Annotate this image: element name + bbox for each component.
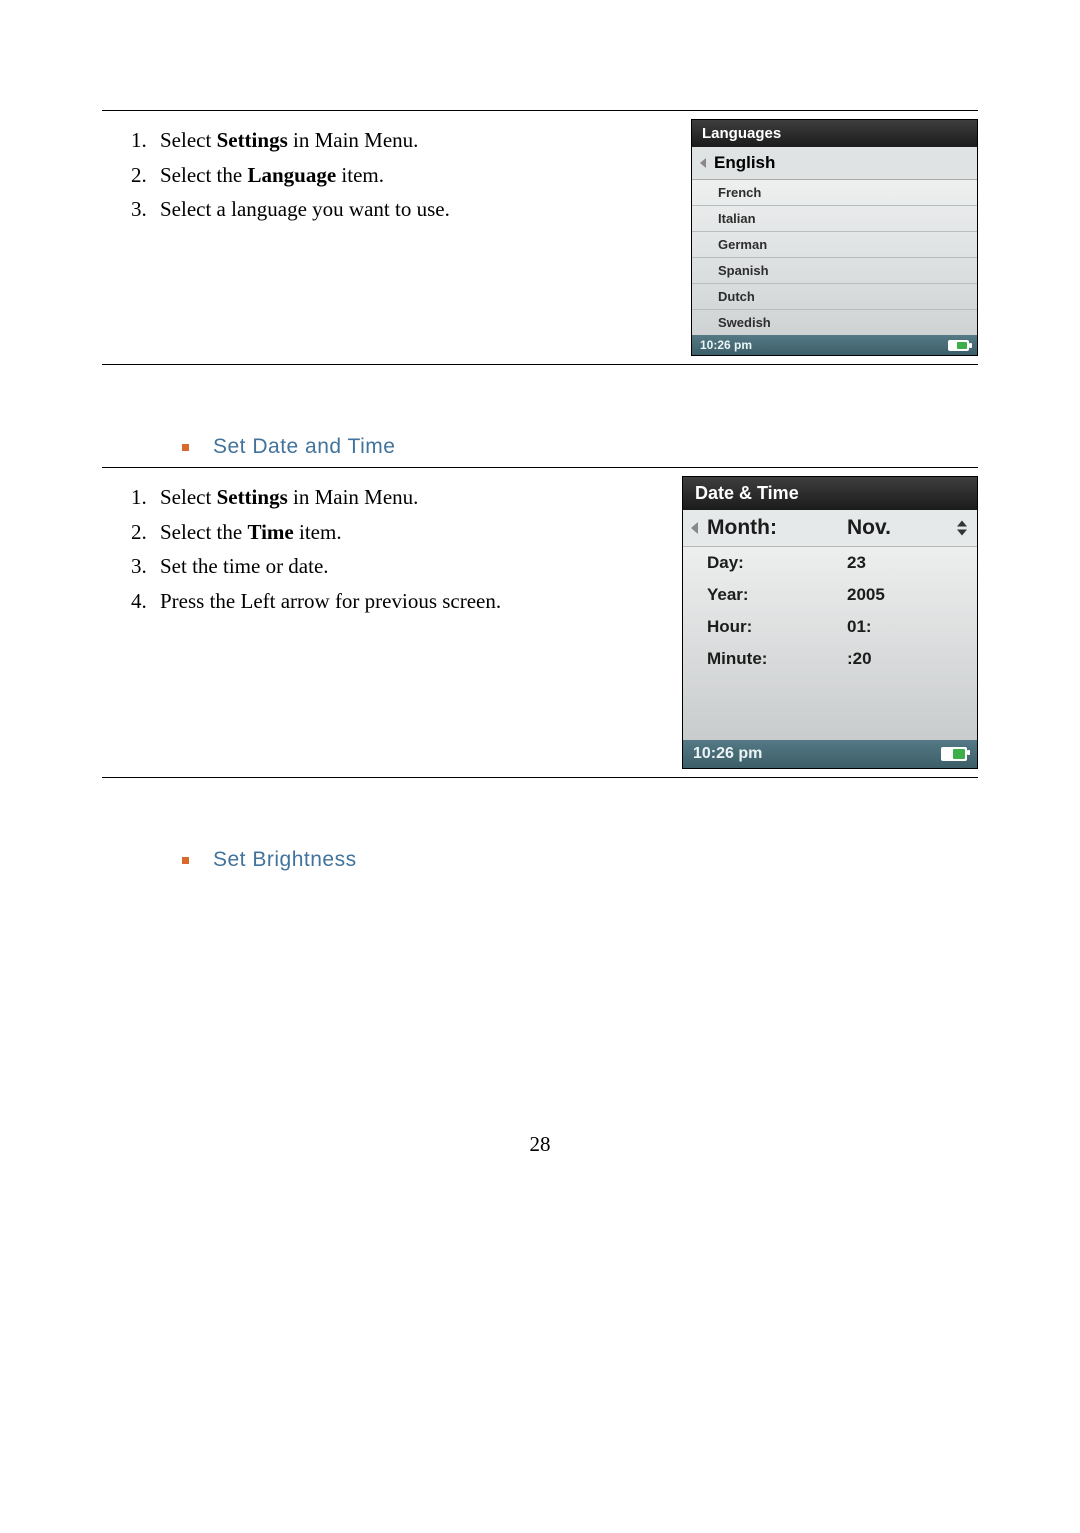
language-item[interactable]: French [692,180,977,206]
heading-text: Set Date and Time [213,435,395,459]
datetime-device-screenshot: Date & Time Month: Nov. Day: 23 Year: 20… [682,476,978,769]
datetime-row-minute[interactable]: Minute: :20 [683,643,977,675]
step: Select a language you want to use. [152,192,661,227]
row-label: Month: [683,510,839,546]
device-title: Languages [692,120,977,147]
step-bold: Time [247,520,293,544]
language-item[interactable]: Spanish [692,258,977,284]
step: Select the Time item. [152,515,652,550]
device-title: Date & Time [683,477,977,510]
step-text: Select [160,128,217,152]
bullet-icon [182,857,189,864]
battery-icon [948,340,969,351]
datetime-row-hour[interactable]: Hour: 01: [683,611,977,643]
step-text: item. [294,520,342,544]
step: Select the Language item. [152,158,661,193]
language-steps: Select Settings in Main Menu. Select the… [102,119,661,364]
spinner-icon[interactable] [957,521,967,536]
step-text: Select a language you want to use. [160,197,450,221]
heading-text: Set Brightness [213,848,357,872]
step-text: in Main Menu. [288,128,419,152]
row-label: Minute: [683,643,839,675]
page-number: 28 [102,1132,978,1157]
manual-page: Select Settings in Main Menu. Select the… [0,0,1080,1217]
step-bold: Settings [217,128,288,152]
step-text: Select [160,485,217,509]
bullet-icon [182,444,189,451]
language-section: Select Settings in Main Menu. Select the… [102,110,978,365]
step-text: in Main Menu. [288,485,419,509]
battery-icon [941,747,967,761]
datetime-row-year[interactable]: Year: 2005 [683,579,977,611]
datetime-body: Month: Nov. Day: 23 Year: 2005 Hour: 01 [683,510,977,740]
status-time: 10:26 pm [693,745,762,763]
value-text: Nov. [847,516,891,539]
step: Set the time or date. [152,549,652,584]
datetime-step-list: Select Settings in Main Menu. Select the… [102,480,652,619]
language-selected-item[interactable]: English [692,147,977,180]
languages-device-screenshot: Languages English French Italian German … [691,119,978,356]
datetime-row-day[interactable]: Day: 23 [683,547,977,579]
language-list: French Italian German Spanish Dutch Swed… [692,180,977,335]
language-item[interactable]: German [692,232,977,258]
language-item[interactable]: Italian [692,206,977,232]
step: Select Settings in Main Menu. [152,480,652,515]
section-heading-datetime: Set Date and Time [182,435,978,459]
row-value: Nov. [839,510,977,546]
row-value: 23 [839,547,977,579]
step-text: Select the [160,520,247,544]
step-bold: Language [247,163,336,187]
row-label: Day: [683,547,839,579]
status-time: 10:26 pm [700,338,752,352]
device-status-bar: 10:26 pm [692,335,977,355]
language-item[interactable]: Dutch [692,284,977,310]
datetime-steps: Select Settings in Main Menu. Select the… [102,476,652,777]
step: Press the Left arrow for previous screen… [152,584,652,619]
step: Select Settings in Main Menu. [152,123,661,158]
language-item[interactable]: Swedish [692,310,977,335]
step-text: Press the Left arrow for previous screen… [160,589,501,613]
row-value: 2005 [839,579,977,611]
row-value: 01: [839,611,977,643]
step-text: Set the time or date. [160,554,329,578]
language-step-list: Select Settings in Main Menu. Select the… [102,123,661,227]
step-bold: Settings [217,485,288,509]
device-status-bar: 10:26 pm [683,740,977,768]
row-label: Year: [683,579,839,611]
datetime-section: Select Settings in Main Menu. Select the… [102,467,978,778]
section-heading-brightness: Set Brightness [182,848,978,872]
row-label: Hour: [683,611,839,643]
step-text: Select the [160,163,247,187]
step-text: item. [336,163,384,187]
selected-language-label: English [714,153,775,173]
datetime-row-month[interactable]: Month: Nov. [683,510,977,547]
row-value: :20 [839,643,977,675]
